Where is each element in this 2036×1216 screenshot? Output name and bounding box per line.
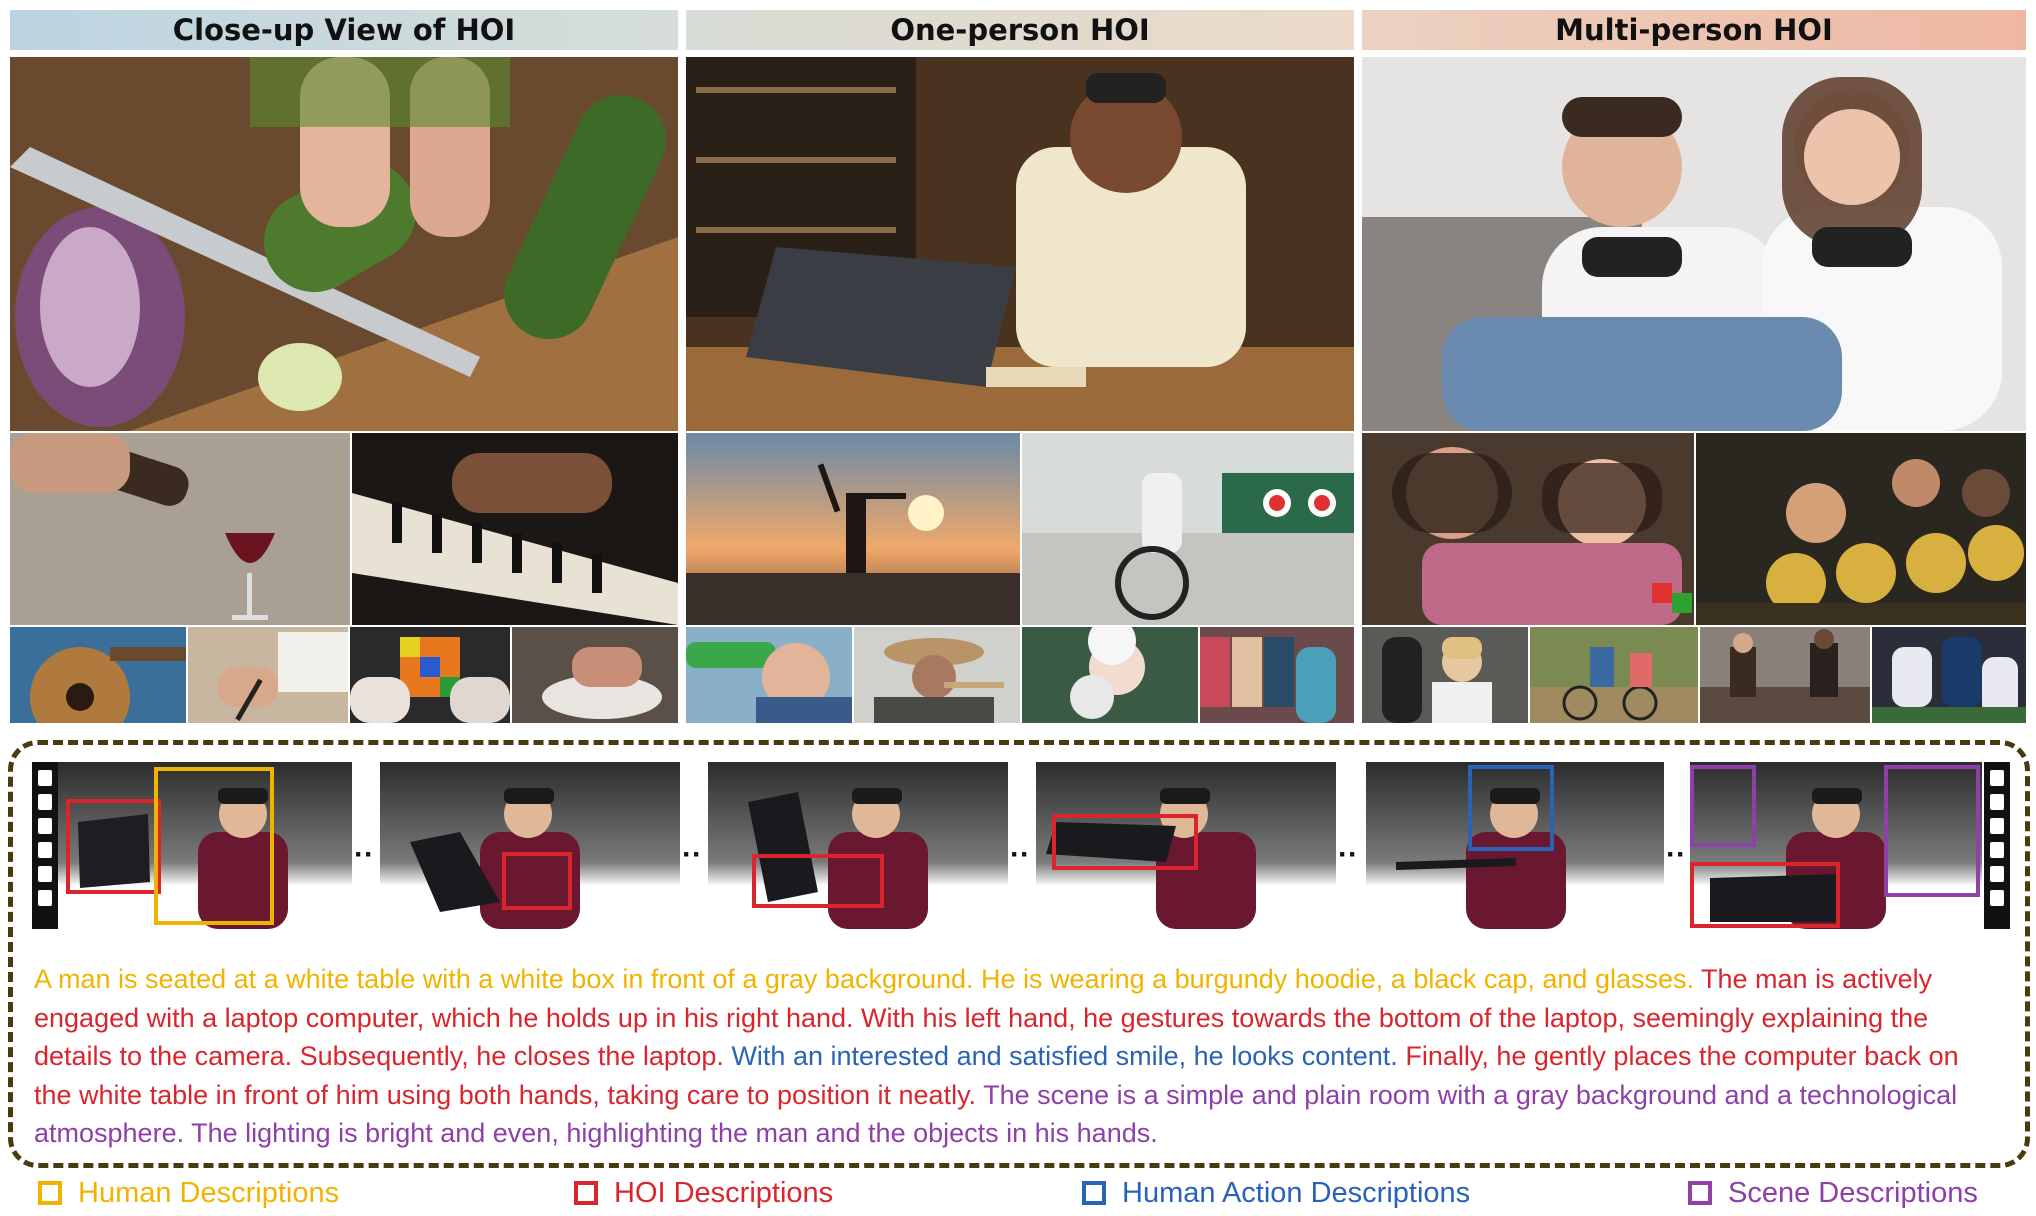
film-perforation-right: [1984, 762, 2010, 929]
header-multi-person-text: Multi-person HOI: [1555, 13, 1833, 47]
bbox-human-action: [1468, 765, 1554, 851]
legend-human-square-icon: [38, 1181, 62, 1205]
legend-hoi: HOI Descriptions: [574, 1173, 833, 1213]
ellipsis: ··: [682, 838, 702, 871]
ellipsis: ··: [354, 838, 374, 871]
legend-scene-label: Scene Descriptions: [1728, 1176, 1978, 1209]
photo-couple-gaming: [1362, 57, 2026, 431]
legend-action-square-icon: [1082, 1181, 1106, 1205]
photo-hairdresser: [1362, 627, 1528, 723]
caption-human: A man is seated at a white table with a …: [34, 964, 1694, 994]
photo-playing-guitar: [10, 627, 186, 723]
bbox-hoi: [66, 799, 161, 894]
video-frame-2: [380, 762, 680, 929]
video-frame-3: [708, 762, 1008, 929]
bbox-scene: [1884, 765, 1980, 897]
photo-cutting-zucchini: [10, 57, 678, 431]
photo-applying-makeup: [1022, 627, 1198, 723]
photo-sunset-silhouette: [686, 433, 1020, 625]
photo-writing: [188, 627, 348, 723]
header-multi-person: Multi-person HOI: [1362, 10, 2026, 50]
ellipsis: ··: [1666, 838, 1686, 871]
bbox-human: [154, 767, 274, 925]
bbox-hoi: [752, 854, 884, 908]
film-perforation-left: [32, 762, 58, 929]
legend-action-label: Human Action Descriptions: [1122, 1176, 1471, 1209]
header-closeup-text: Close-up View of HOI: [172, 13, 516, 47]
photo-clothing-rack: [1200, 627, 1354, 723]
legend-action: Human Action Descriptions: [1082, 1173, 1470, 1213]
legend-human-label: Human Descriptions: [78, 1176, 340, 1209]
header-one-person-text: One-person HOI: [890, 13, 1150, 47]
photo-wheelchair-archery: [1022, 433, 1354, 625]
legend-scene-square-icon: [1688, 1181, 1712, 1205]
photo-playing-piano: [352, 433, 678, 625]
ellipsis: ··: [1338, 838, 1358, 871]
legend-hoi-label: HOI Descriptions: [614, 1176, 834, 1209]
video-frame-5: [1366, 762, 1664, 929]
caption-action: With an interested and satisfied smile, …: [731, 1041, 1398, 1071]
photo-child-crafts: [1362, 433, 1694, 625]
bbox-hoi: [1690, 862, 1840, 928]
legend-human: Human Descriptions: [38, 1173, 339, 1213]
photo-playing-flute: [854, 627, 1020, 723]
bbox-hoi: [1052, 814, 1198, 870]
photo-office-meeting: [1700, 627, 1870, 723]
photo-pouring-wine: [10, 433, 350, 625]
photo-tying-shoe: [512, 627, 678, 723]
video-frame-6: [1690, 762, 1982, 929]
header-one-person: One-person HOI: [686, 10, 1354, 50]
photo-rubiks-cube: [350, 627, 510, 723]
bbox-scene: [1690, 765, 1756, 847]
photo-drinking-water: [686, 627, 852, 723]
video-frame-4: [1036, 762, 1336, 929]
legend-scene: Scene Descriptions: [1688, 1173, 1978, 1213]
legend-hoi-square-icon: [574, 1181, 598, 1205]
photo-new-year-party: [1696, 433, 2026, 625]
caption-paragraph: A man is seated at a white table with a …: [34, 960, 2002, 1153]
video-frame-1: [58, 762, 352, 929]
bbox-hoi: [502, 852, 572, 910]
ellipsis: ··: [1010, 838, 1030, 871]
header-closeup: Close-up View of HOI: [10, 10, 678, 50]
photo-family-cycling: [1530, 627, 1698, 723]
photo-man-on-phone-laptop: [686, 57, 1354, 431]
photo-football-game: [1872, 627, 2026, 723]
